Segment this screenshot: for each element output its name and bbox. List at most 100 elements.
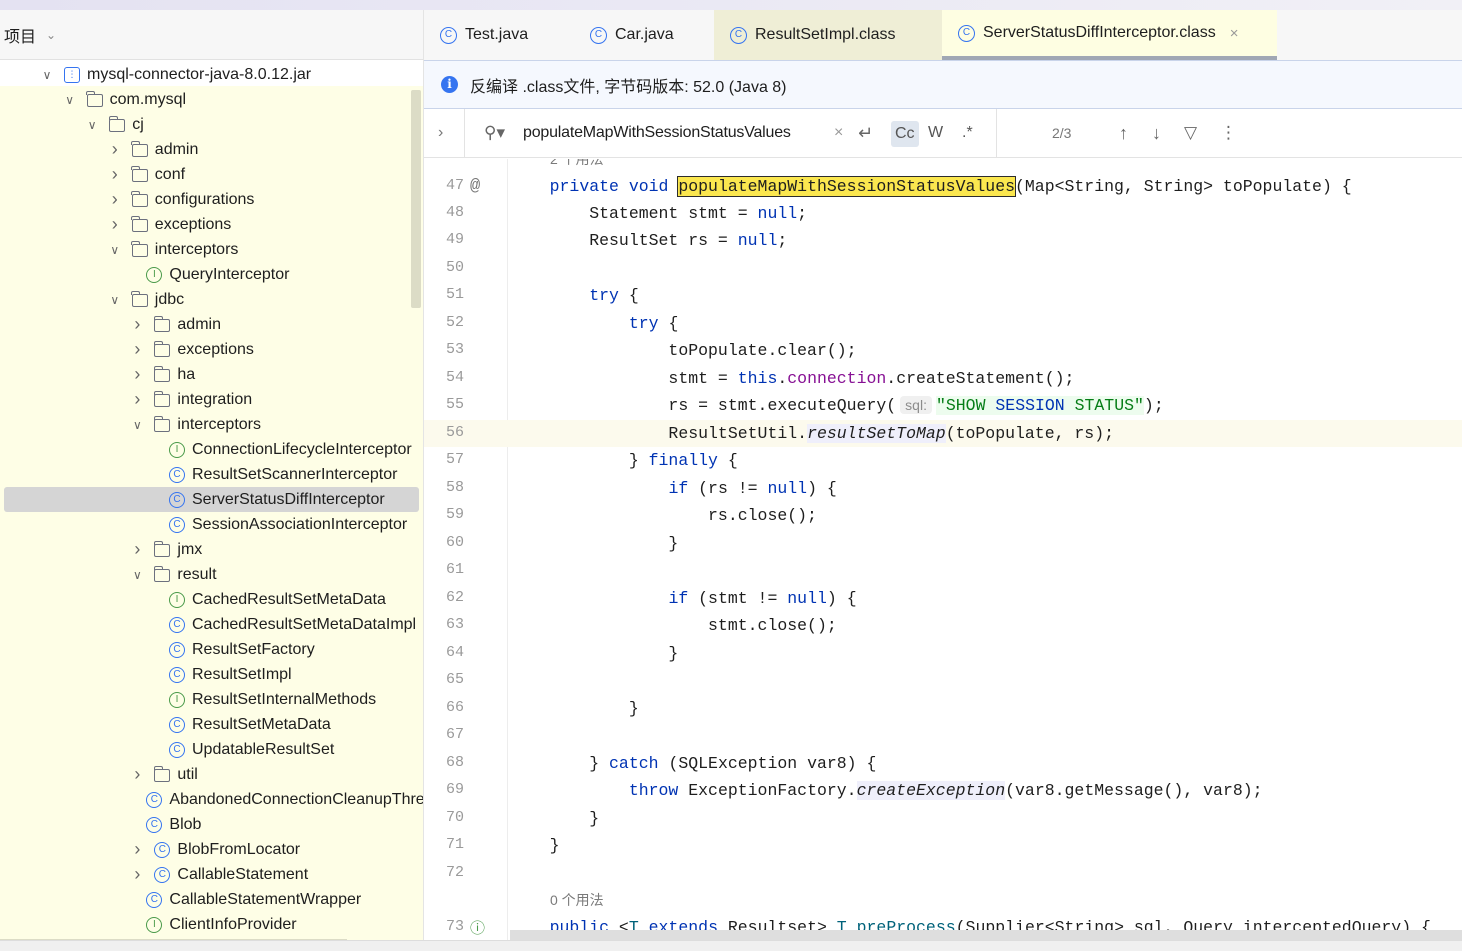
chevron-down-icon[interactable]: ∨: [108, 243, 122, 257]
code-line[interactable]: rs.close();: [510, 502, 817, 529]
chevron-down-icon[interactable]: ∨: [63, 93, 77, 107]
chevron-right-icon[interactable]: ›: [108, 189, 122, 210]
chevron-down-icon[interactable]: ∨: [85, 118, 99, 132]
code-line[interactable]: }: [510, 640, 678, 667]
tree-item[interactable]: › C BlobFromLocator: [0, 837, 423, 862]
match-case-toggle[interactable]: Cc: [891, 121, 919, 147]
search-icon[interactable]: ⚲▾: [484, 109, 505, 157]
implements-marker-icon[interactable]: ⓘ: [470, 917, 510, 938]
tree-item[interactable]: ∨ jdbc: [0, 287, 423, 312]
tree-item[interactable]: C UpdatableResultSet: [0, 737, 423, 762]
code-line[interactable]: }: [510, 530, 678, 557]
chevron-down-icon[interactable]: ∨: [40, 68, 54, 82]
tree-item[interactable]: › configurations: [0, 187, 423, 212]
chevron-right-icon[interactable]: ›: [438, 109, 443, 157]
tree-item[interactable]: I ResultSetInternalMethods: [0, 687, 423, 712]
words-toggle[interactable]: W: [928, 109, 943, 157]
tree-item[interactable]: ∨ cj: [0, 112, 423, 137]
filter-icon[interactable]: ▽: [1184, 109, 1197, 157]
usages-inlay[interactable]: 2 个用法: [550, 159, 604, 173]
code-line[interactable]: try {: [510, 310, 679, 337]
tree-item[interactable]: C CallableStatementWrapper: [0, 887, 423, 912]
code-line[interactable]: stmt.close();: [510, 612, 837, 639]
code-line[interactable]: stmt = this.connection.createStatement()…: [510, 365, 1074, 392]
tree-item[interactable]: › conf: [0, 162, 423, 187]
tree-item[interactable]: › integration: [0, 387, 423, 412]
tree-item[interactable]: › jmx: [0, 537, 423, 562]
arrow-down-icon[interactable]: ↓: [1152, 109, 1161, 157]
tree-item[interactable]: ∨ interceptors: [0, 412, 423, 437]
code-line[interactable]: } catch (SQLException var8) {: [510, 750, 876, 777]
tree-item[interactable]: › util: [0, 762, 423, 787]
tree-vertical-scrollbar[interactable]: [411, 90, 421, 308]
tab-test-java[interactable]: C Test.java: [424, 10, 574, 60]
override-marker-icon[interactable]: @: [470, 177, 510, 196]
chevron-right-icon[interactable]: ›: [130, 389, 144, 410]
chevron-right-icon[interactable]: ›: [108, 139, 122, 160]
tree-item[interactable]: › C CallableStatement: [0, 862, 423, 887]
code-line[interactable]: ResultSet rs = null;: [510, 227, 787, 254]
chevron-right-icon[interactable]: ›: [130, 839, 144, 860]
chevron-right-icon[interactable]: ›: [130, 314, 144, 335]
more-icon[interactable]: ⋮: [1220, 109, 1237, 157]
code-line[interactable]: throw ExceptionFactory.createException(v…: [510, 777, 1263, 804]
tree-item[interactable]: I QueryInterceptor: [0, 262, 423, 287]
tree-item[interactable]: C AbandonedConnectionCleanupThread: [0, 787, 423, 812]
tree-item[interactable]: › exceptions: [0, 337, 423, 362]
tree-item[interactable]: C Blob: [0, 812, 423, 837]
chevron-right-icon[interactable]: ›: [130, 864, 144, 885]
tree-item[interactable]: I CachedResultSetMetaData: [0, 587, 423, 612]
chevron-down-icon[interactable]: ∨: [108, 293, 122, 307]
tab-resultsetimpl-class[interactable]: C ResultSetImpl.class: [714, 10, 942, 60]
chevron-right-icon[interactable]: ›: [108, 164, 122, 185]
tree-item[interactable]: C SessionAssociationInterceptor: [0, 512, 423, 537]
tree-item[interactable]: C ResultSetImpl: [0, 662, 423, 687]
arrow-up-icon[interactable]: ↑: [1119, 109, 1128, 157]
code-line[interactable]: rs = stmt.executeQuery(sql: "SHOW SESSION…: [510, 392, 1164, 419]
code-line[interactable]: }: [510, 695, 639, 722]
chevron-right-icon[interactable]: ›: [130, 364, 144, 385]
tree-item[interactable]: I ConnectionLifecycleInterceptor: [0, 437, 423, 462]
code-line[interactable]: ResultSetUtil.resultSetToMap(toPopulate,…: [510, 420, 1114, 447]
tree-item[interactable]: ∨ ⋮ mysql-connector-java-8.0.12.jar: [0, 62, 423, 87]
tree-item[interactable]: ∨ com.mysql: [0, 87, 423, 112]
tree-item[interactable]: › ha: [0, 362, 423, 387]
code-line[interactable]: } finally {: [510, 447, 738, 474]
code-line[interactable]: if (stmt != null) {: [510, 585, 856, 612]
close-icon[interactable]: ×: [1230, 25, 1239, 42]
code-line[interactable]: toPopulate.clear();: [510, 337, 856, 364]
tab-car-java[interactable]: C Car.java: [574, 10, 714, 60]
clear-icon[interactable]: ×: [834, 109, 843, 157]
tree-item[interactable]: › admin: [0, 137, 423, 162]
search-input[interactable]: populateMapWithSessionStatusValues: [523, 109, 791, 157]
tree-item[interactable]: I ClientInfoProvider: [0, 912, 423, 937]
tree-item[interactable]: C ResultSetScannerInterceptor: [0, 462, 423, 487]
project-panel-header[interactable]: 项目 ⌄: [0, 10, 423, 60]
tree-item[interactable]: C CachedResultSetMetaDataImpl: [0, 612, 423, 637]
code-line[interactable]: if (rs != null) {: [510, 475, 836, 502]
code-line[interactable]: }: [510, 805, 599, 832]
editor-horizontal-scrollbar[interactable]: [510, 930, 1462, 940]
chevron-right-icon[interactable]: ›: [130, 339, 144, 360]
code-line[interactable]: }: [510, 832, 560, 859]
chevron-right-icon[interactable]: ›: [108, 214, 122, 235]
chevron-down-icon[interactable]: ∨: [130, 568, 144, 582]
usages-inlay[interactable]: 0 个用法: [550, 887, 604, 914]
tree-item[interactable]: C ResultSetFactory: [0, 637, 423, 662]
code-line[interactable]: private void populateMapWithSessionStatu…: [510, 173, 1352, 200]
multiline-icon[interactable]: ↵: [858, 109, 873, 157]
tab-serverstatusdiffinterceptor-class[interactable]: C ServerStatusDiffInterceptor.class ×: [942, 10, 1277, 60]
tree-item[interactable]: ∨ interceptors: [0, 237, 423, 262]
tree-item[interactable]: › admin: [0, 312, 423, 337]
code-editor[interactable]: 2 个用法 47 private void populateMapWithSess…: [424, 159, 1462, 940]
regex-toggle[interactable]: .*: [962, 109, 973, 157]
tree-item[interactable]: C ServerStatusDiffInterceptor: [0, 487, 423, 512]
chevron-down-icon[interactable]: ⌄: [46, 28, 56, 42]
tree-item[interactable]: C ResultSetMetaData: [0, 712, 423, 737]
chevron-down-icon[interactable]: ∨: [130, 418, 144, 432]
code-line[interactable]: Statement stmt = null;: [510, 200, 807, 227]
chevron-right-icon[interactable]: ›: [130, 539, 144, 560]
code-line[interactable]: try {: [510, 282, 639, 309]
chevron-right-icon[interactable]: ›: [130, 764, 144, 785]
tree-item[interactable]: ∨ result: [0, 562, 423, 587]
